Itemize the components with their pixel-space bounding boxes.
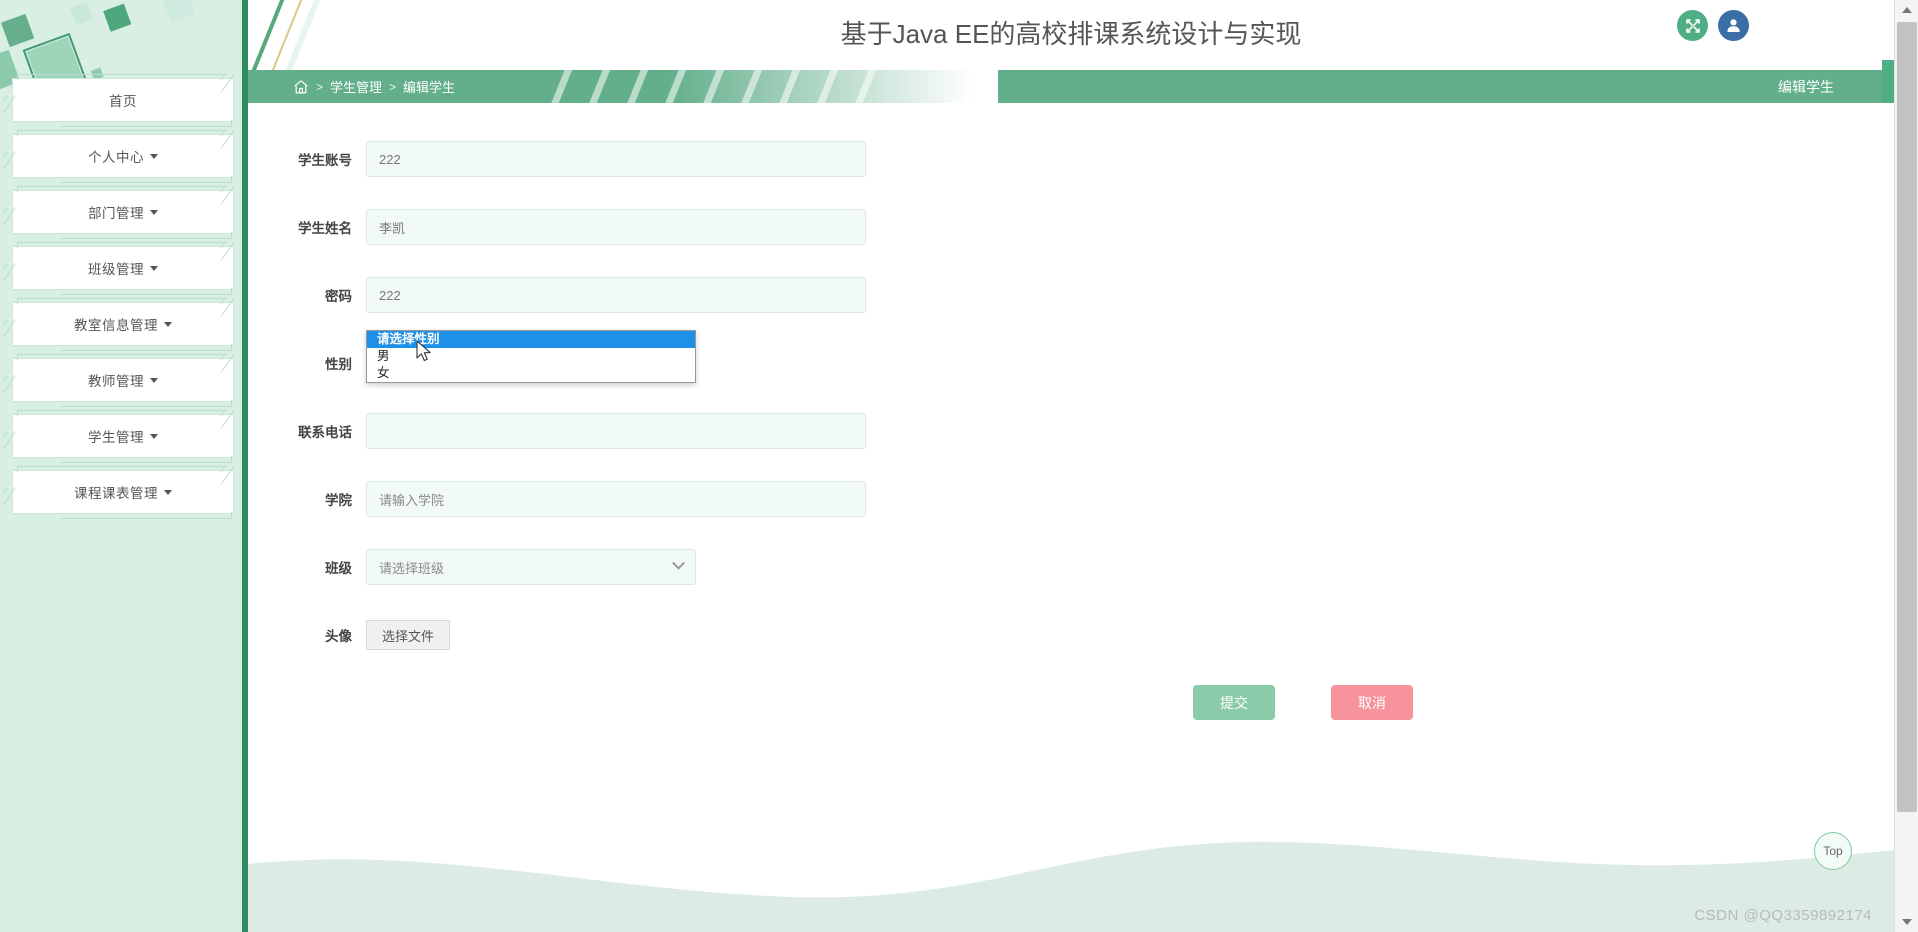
input-password[interactable]: 222 — [366, 277, 866, 313]
chevron-down-icon — [150, 377, 158, 383]
deco-slash-icon — [3, 375, 29, 409]
sidebar-item-label: 首页 — [109, 94, 137, 109]
vertical-scrollbar[interactable] — [1894, 0, 1918, 932]
dropdown-option-placeholder[interactable]: 请选择性别 — [367, 331, 695, 348]
input-student-account[interactable]: 222 — [366, 141, 866, 177]
sidebar-item-personal-center[interactable]: 个人中心 — [3, 129, 235, 185]
breadcrumb: > 学生管理 > 编辑学生 — [293, 70, 455, 103]
breadcrumb-fade — [668, 70, 998, 103]
sidebar-item-home[interactable]: 首页 — [3, 73, 235, 129]
input-college[interactable]: 请输入学院 — [366, 481, 866, 517]
dropdown-option-male[interactable]: 男 — [367, 348, 695, 365]
chevron-up-icon — [1902, 7, 1912, 13]
sidebar-item-class-management[interactable]: 班级管理 — [3, 241, 235, 297]
chevron-down-icon — [164, 321, 172, 327]
label-password: 密码 — [325, 289, 352, 304]
top-icon-group — [1677, 10, 1749, 41]
form-row-phone: 联系电话 — [248, 413, 1894, 449]
sidebar-item-label: 部门管理 — [88, 206, 144, 221]
label-student-name: 学生姓名 — [298, 221, 352, 236]
sidebar-menu: 首页 个人中心 部门管理 班级管理 教室信息管理 教师管理 学生管理 课程课表管… — [3, 73, 235, 526]
chevron-down-icon — [150, 265, 158, 271]
application-window: 首页 个人中心 部门管理 班级管理 教室信息管理 教师管理 学生管理 课程课表管… — [0, 0, 1918, 932]
label-avatar: 头像 — [325, 629, 352, 644]
label-student-account: 学生账号 — [298, 153, 352, 168]
label-gender: 性别 — [325, 357, 352, 372]
choose-file-button[interactable]: 选择文件 — [366, 620, 451, 650]
page-section-tag-label: 编辑学生 — [1778, 78, 1834, 95]
page-title: 基于Java EE的高校排课系统设计与实现 — [840, 19, 1302, 49]
chevron-down-icon — [1902, 919, 1912, 925]
chevron-down-icon — [672, 556, 685, 570]
deco-slash-icon — [3, 207, 29, 241]
select-class-value: 请选择班级 — [379, 560, 445, 576]
form-row-password: 密码 222 — [248, 277, 1894, 313]
fullscreen-expand-icon[interactable] — [1677, 10, 1708, 41]
sidebar-item-label: 个人中心 — [88, 150, 144, 165]
label-phone: 联系电话 — [298, 425, 352, 440]
submit-button[interactable]: 提交 — [1193, 685, 1275, 720]
deco-slash-icon — [3, 263, 29, 297]
breadcrumb-separator: > — [316, 79, 324, 94]
label-class: 班级 — [325, 561, 352, 576]
sidebar-item-department-management[interactable]: 部门管理 — [3, 185, 235, 241]
sidebar-item-label: 课程课表管理 — [74, 486, 158, 501]
user-glyph — [1727, 19, 1740, 32]
sidebar-item-course-schedule-management[interactable]: 课程课表管理 — [3, 465, 235, 521]
fullscreen-glyph — [1685, 18, 1700, 33]
gender-dropdown-list[interactable]: 请选择性别 男 女 — [366, 330, 696, 383]
sidebar-item-label: 教室信息管理 — [74, 318, 158, 333]
cancel-button[interactable]: 取消 — [1331, 685, 1413, 720]
deco-slash-icon — [3, 431, 29, 465]
breadcrumb-item-student-management[interactable]: 学生管理 — [330, 77, 382, 96]
deco-slash-icon — [3, 151, 29, 185]
chevron-down-icon — [164, 489, 172, 495]
form-row-class: 班级 请选择班级 — [248, 549, 1894, 585]
sidebar-item-label: 班级管理 — [88, 262, 144, 277]
chevron-down-icon — [150, 433, 158, 439]
chevron-down-icon — [150, 153, 158, 159]
footer-wave-decoration — [248, 841, 1894, 932]
scroll-to-top-button[interactable]: Top — [1814, 832, 1852, 870]
input-phone[interactable] — [366, 413, 866, 449]
right-edge-marker — [1882, 60, 1894, 102]
top-bar: 基于Java EE的高校排课系统设计与实现 — [248, 0, 1894, 70]
sidebar-item-label: 学生管理 — [88, 430, 144, 445]
form-row-college: 学院 请输入学院 — [248, 481, 1894, 517]
form-action-buttons: 提交 取消 — [1193, 685, 1894, 720]
sidebar-item-student-management[interactable]: 学生管理 — [3, 409, 235, 465]
deco-slash-icon — [3, 95, 29, 129]
input-student-name[interactable]: 李凯 — [366, 209, 866, 245]
scrollbar-thumb[interactable] — [1897, 22, 1917, 812]
scroll-to-top-label: Top — [1823, 844, 1843, 858]
deco-slash-icon — [3, 319, 29, 353]
edit-student-form: 学生账号 222 学生姓名 李凯 密码 222 性别 请选择性别 联系电话 — [248, 103, 1894, 720]
scrollbar-up-arrow[interactable] — [1895, 0, 1918, 20]
form-row-student-name: 学生姓名 李凯 — [248, 209, 1894, 245]
form-row-student-account: 学生账号 222 — [248, 141, 1894, 177]
watermark: CSDN @QQ3359892174 — [1694, 907, 1872, 924]
breadcrumb-separator: > — [389, 79, 397, 94]
dropdown-option-female[interactable]: 女 — [367, 365, 695, 382]
form-row-avatar: 头像 选择文件 — [248, 617, 1894, 653]
deco-slash-icon — [3, 487, 29, 521]
sidebar-item-label: 教师管理 — [88, 374, 144, 389]
scrollbar-down-arrow[interactable] — [1895, 912, 1918, 932]
sidebar-item-teacher-management[interactable]: 教师管理 — [3, 353, 235, 409]
sidebar: 首页 个人中心 部门管理 班级管理 教室信息管理 教师管理 学生管理 课程课表管… — [0, 0, 248, 932]
user-avatar-icon[interactable] — [1718, 10, 1749, 41]
main-content: 基于Java EE的高校排课系统设计与实现 > 学生管理 > 编辑学生 编辑学生… — [248, 0, 1894, 932]
chevron-down-icon — [150, 209, 158, 215]
select-class[interactable]: 请选择班级 — [366, 549, 696, 585]
label-college: 学院 — [325, 493, 352, 508]
home-icon[interactable] — [293, 79, 309, 95]
breadcrumb-item-edit-student[interactable]: 编辑学生 — [403, 77, 455, 96]
sidebar-item-classroom-info-management[interactable]: 教室信息管理 — [3, 297, 235, 353]
